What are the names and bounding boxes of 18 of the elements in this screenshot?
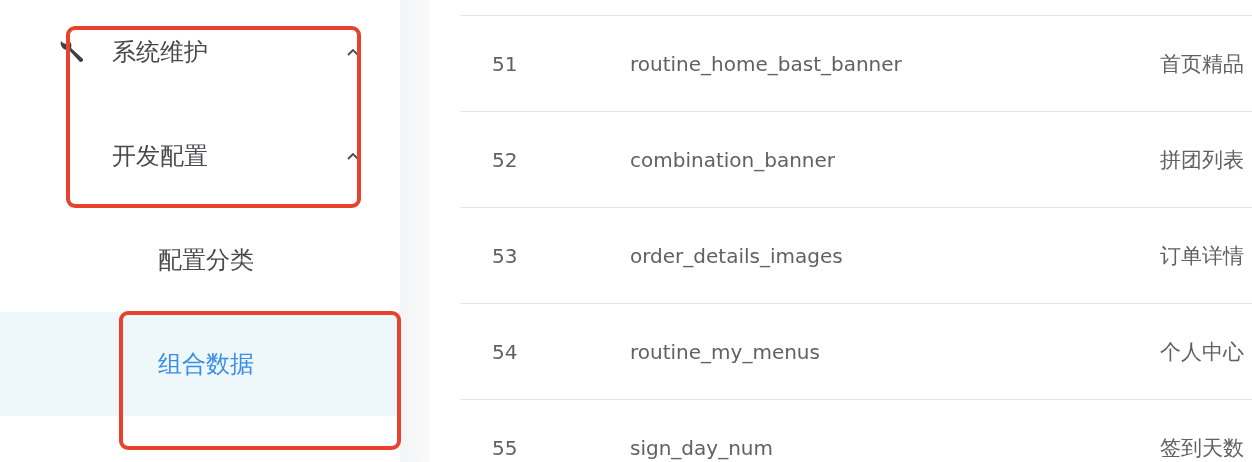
table-cell-text: 51 — [491, 51, 519, 76]
table-cell-text: 个人中心 — [1160, 338, 1244, 366]
table-cell-text: 订单详情 — [1160, 242, 1244, 270]
table-cell-text: 拼团列表 — [1160, 146, 1244, 174]
table-cell-text: sign_day_num — [630, 435, 774, 460]
menu-item[interactable]: 配置分类 — [0, 208, 400, 312]
table-cell-text: routine_my_menus — [630, 339, 821, 364]
table-cell-text: 55 — [491, 435, 519, 460]
table-cell-text: routine_home_bast_banner — [630, 51, 903, 76]
table-cell-text: 54 — [491, 339, 519, 364]
menu-group[interactable]: 开发配置 — [0, 104, 400, 208]
table-cell-text: 签到天数 — [1160, 434, 1244, 462]
table-cell-text: 53 — [491, 243, 519, 268]
table-cell-text: 首页精品 — [1160, 50, 1244, 78]
table-cell-text: order_details_images — [630, 243, 844, 268]
table-cell-text: 52 — [491, 147, 519, 172]
menu-group[interactable]: 系统维护 — [0, 0, 400, 104]
table-cell-text: combination_banner — [630, 147, 837, 172]
